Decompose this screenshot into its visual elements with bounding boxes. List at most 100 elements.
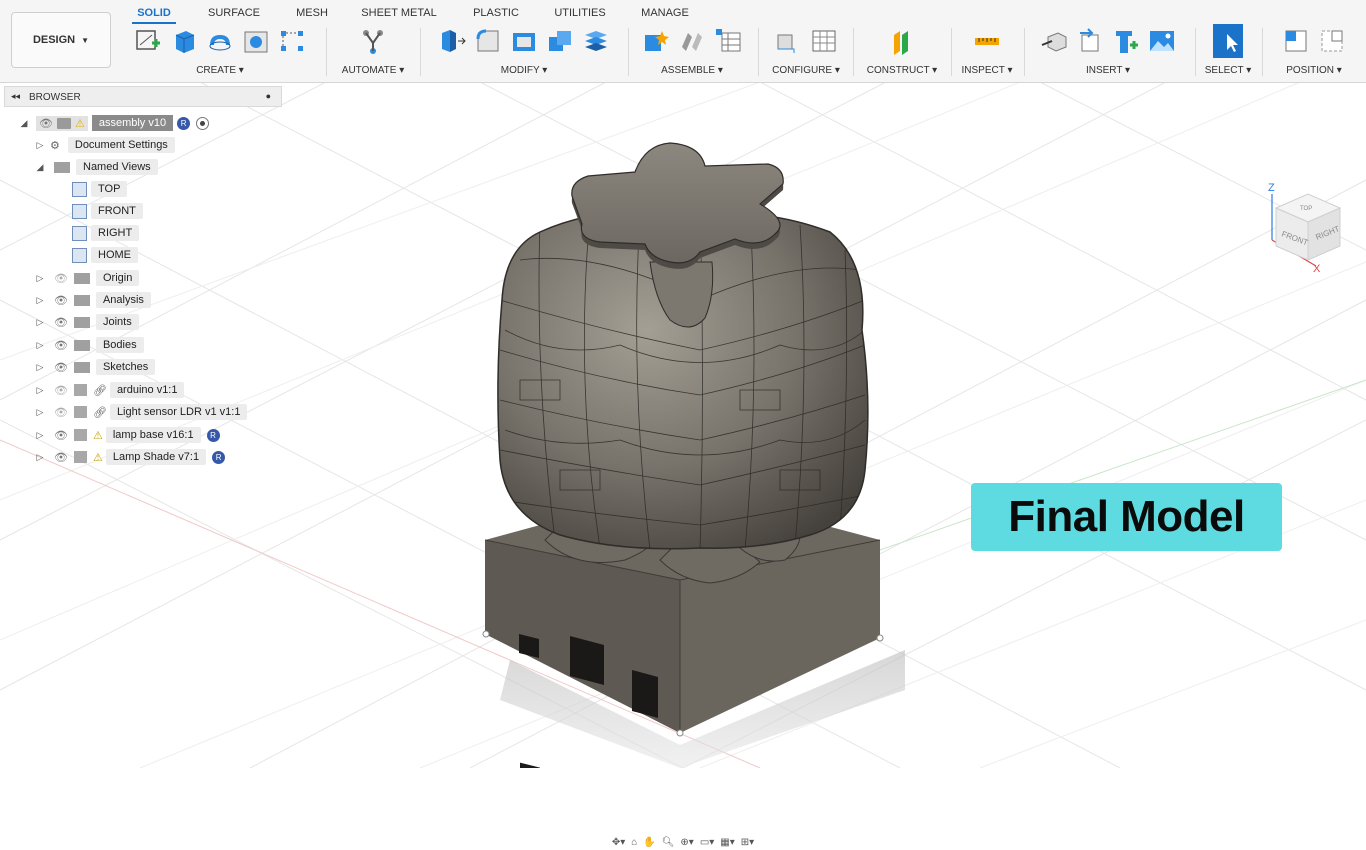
workspace-switcher[interactable]: DESIGN ▼ [11, 12, 111, 68]
tree-view-home[interactable]: HOME [72, 246, 138, 264]
eye-icon[interactable]: 👁︎ [54, 429, 68, 442]
select-icon[interactable] [1213, 24, 1243, 58]
tab-manage[interactable]: MANAGE [637, 4, 693, 22]
tree-folder-origin[interactable]: ▷ 👁︎ Origin [34, 269, 140, 287]
new-component-icon[interactable] [641, 26, 671, 56]
tab-sheet-metal[interactable]: SHEET METAL [358, 4, 440, 22]
pattern-icon[interactable] [277, 26, 307, 56]
press-pull-icon[interactable] [437, 26, 467, 56]
tree-folder-bodies[interactable]: ▷ 👁︎ Bodies [34, 336, 144, 354]
insert-derive-icon[interactable] [1039, 26, 1069, 56]
collapsed-triangle-icon[interactable]: ▷ [34, 340, 46, 351]
collapsed-triangle-icon[interactable]: ▷ [34, 430, 46, 441]
grid-settings-icon[interactable]: ▦▾ [720, 837, 734, 848]
measure-icon[interactable] [972, 26, 1002, 56]
tree-named-views[interactable]: ◢ Named Views [34, 158, 158, 176]
tab-utilities[interactable]: UTILITIES [552, 4, 608, 22]
automate-menu[interactable]: AUTOMATE ▾ [330, 65, 416, 76]
expanded-triangle-icon[interactable]: ◢ [18, 118, 30, 129]
create-sketch-icon[interactable] [133, 26, 163, 56]
look-at-icon[interactable]: ⌂ [631, 837, 637, 848]
configuration-table-icon[interactable] [809, 26, 839, 56]
tree-root[interactable]: ◢ 👁︎ ⚠ assembly v10 R [18, 114, 210, 132]
eye-icon[interactable]: 👁︎ [54, 451, 68, 464]
main-toolbar: DESIGN ▼ SOLID SURFACE MESH SHEET METAL … [0, 0, 1366, 83]
collapsed-triangle-icon[interactable]: ▷ [34, 407, 46, 418]
collapsed-triangle-icon[interactable]: ▷ [34, 295, 46, 306]
select-group: SELECT ▾ [1198, 24, 1258, 78]
automate-icon[interactable] [358, 26, 388, 56]
joint-icon[interactable] [677, 26, 707, 56]
tree-component-ldr[interactable]: ▷ 👁︎ 🔗︎ Light sensor LDR v1 v1:1 [34, 403, 248, 421]
tab-mesh[interactable]: MESH [293, 4, 331, 22]
revert-position-icon[interactable] [1317, 26, 1347, 56]
tree-view-front[interactable]: FRONT [72, 202, 143, 220]
pan-icon[interactable]: ✋ [643, 837, 655, 848]
viewports-icon[interactable]: ⊞▾ [741, 837, 754, 848]
eye-icon[interactable]: 👁︎ [54, 361, 68, 374]
construct-menu[interactable]: CONSTRUCT ▾ [856, 65, 948, 76]
split-body-icon[interactable] [581, 26, 611, 56]
create-menu[interactable]: CREATE ▾ [120, 65, 320, 76]
tree-component-lamp-shade[interactable]: ▷ 👁︎ ⚠ Lamp Shade v7:1 R [34, 448, 226, 466]
eye-icon[interactable]: 👁︎ [39, 117, 53, 130]
offset-plane-icon[interactable] [887, 26, 917, 56]
tree-view-top[interactable]: TOP [72, 180, 128, 198]
collapsed-triangle-icon[interactable]: ▷ [34, 317, 46, 328]
collapsed-triangle-icon[interactable]: ▷ [34, 273, 46, 284]
tab-solid[interactable]: SOLID [132, 4, 176, 24]
create-group: CREATE ▾ [120, 26, 320, 78]
eye-hidden-icon[interactable]: 👁︎ [54, 406, 68, 419]
revolve-icon[interactable] [205, 26, 235, 56]
eye-hidden-icon[interactable]: 👁︎ [54, 384, 68, 397]
x-axis-label: X [1313, 263, 1321, 275]
configure-menu[interactable]: CONFIGURE ▾ [762, 65, 850, 76]
expanded-triangle-icon[interactable]: ◢ [34, 162, 46, 173]
bill-of-materials-icon[interactable] [713, 26, 743, 56]
select-menu[interactable]: SELECT ▾ [1198, 65, 1258, 76]
final-model-label: Final Model [971, 483, 1282, 551]
inspect-group: INSPECT ▾ [954, 26, 1020, 78]
extrude-icon[interactable] [169, 26, 199, 56]
collapsed-triangle-icon[interactable]: ▷ [34, 140, 46, 151]
inspect-menu[interactable]: INSPECT ▾ [954, 65, 1020, 76]
capture-position-icon[interactable] [1281, 26, 1311, 56]
tree-folder-joints[interactable]: ▷ 👁︎ Joints [34, 313, 139, 331]
assembly-name[interactable]: assembly v10 [91, 115, 174, 131]
zoom-icon[interactable]: 🔍︎ [662, 837, 675, 848]
orbit-icon[interactable]: ✥▾ [612, 837, 625, 848]
activate-radio-icon[interactable] [196, 116, 210, 130]
tree-component-lamp-base[interactable]: ▷ 👁︎ ⚠ lamp base v16:1 R [34, 426, 220, 444]
tree-folder-sketches[interactable]: ▷ 👁︎ Sketches [34, 358, 156, 376]
insert-mcmaster-icon[interactable] [1111, 26, 1141, 56]
position-menu[interactable]: POSITION ▾ [1266, 65, 1362, 76]
tab-surface[interactable]: SURFACE [205, 4, 263, 22]
hole-icon[interactable] [241, 26, 271, 56]
combine-icon[interactable] [545, 26, 575, 56]
view-cube[interactable]: TOP FRONT RIGHT Z X [1262, 180, 1354, 276]
eye-icon[interactable]: 👁︎ [54, 294, 68, 307]
collapsed-triangle-icon[interactable]: ▷ [34, 362, 46, 373]
collapsed-triangle-icon[interactable]: ▷ [34, 385, 46, 396]
canvas-image-icon[interactable] [1147, 26, 1177, 56]
insert-menu[interactable]: INSERT ▾ [1028, 65, 1188, 76]
collapsed-triangle-icon[interactable]: ▷ [34, 452, 46, 463]
zoom-window-icon[interactable]: ⊕▾ [680, 837, 693, 848]
tree-component-arduino[interactable]: ▷ 👁︎ 🔗︎ arduino v1:1 [34, 381, 185, 399]
insert-link-icon[interactable] [1075, 26, 1105, 56]
fillet-icon[interactable] [473, 26, 503, 56]
collapse-panel-icon[interactable]: ◂◂ [11, 91, 20, 102]
eye-icon[interactable]: 👁︎ [54, 316, 68, 329]
tree-document-settings[interactable]: ▷ ⚙ Document Settings [34, 136, 175, 154]
tab-plastic[interactable]: PLASTIC [470, 4, 522, 22]
pin-icon[interactable]: ● [266, 91, 271, 101]
tree-folder-analysis[interactable]: ▷ 👁︎ Analysis [34, 291, 151, 309]
shell-icon[interactable] [509, 26, 539, 56]
configure-icon[interactable] [773, 26, 803, 56]
eye-icon[interactable]: 👁︎ [54, 339, 68, 352]
tree-view-right[interactable]: RIGHT [72, 224, 140, 242]
display-settings-icon[interactable]: ▭▾ [700, 837, 714, 848]
modify-menu[interactable]: MODIFY ▾ [424, 65, 624, 76]
eye-hidden-icon[interactable]: 👁︎ [54, 272, 68, 285]
assemble-menu[interactable]: ASSEMBLE ▾ [632, 65, 752, 76]
